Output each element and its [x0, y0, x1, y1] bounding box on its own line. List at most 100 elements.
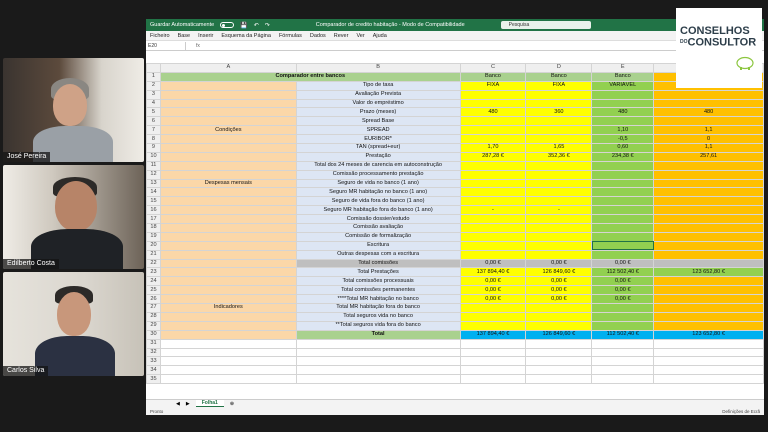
- row-label[interactable]: Valor do empréstimo: [295, 98, 461, 109]
- bank-header[interactable]: Banco: [525, 71, 593, 82]
- menu-review[interactable]: Rever: [334, 33, 349, 39]
- cell[interactable]: 126 849,60 €: [525, 267, 593, 278]
- row-label[interactable]: TAN (spread+eur): [295, 143, 461, 153]
- row-label[interactable]: Seguro de vida no banco (1 ano): [295, 178, 461, 189]
- row-label[interactable]: Comissão dossier/estudo: [295, 214, 461, 225]
- group-label[interactable]: Despesas mensais: [159, 178, 297, 189]
- participant-video-3[interactable]: Carlos Silva: [3, 272, 144, 376]
- fx-icon[interactable]: fx: [196, 43, 200, 49]
- cell[interactable]: 123 652,80 €: [653, 267, 764, 278]
- cell[interactable]: 0,00 €: [591, 294, 655, 305]
- cell[interactable]: VARIÁVEL: [591, 80, 655, 91]
- row-label[interactable]: EURIBOR*: [295, 134, 461, 145]
- row-label[interactable]: Total comissões processuais: [295, 276, 461, 287]
- cell[interactable]: 0,00 €: [525, 294, 593, 305]
- cell[interactable]: 123 652,80 €: [653, 329, 764, 340]
- cell[interactable]: 126 849,60 €: [525, 329, 593, 340]
- row-label[interactable]: Tipo de taxa: [295, 80, 461, 91]
- row-label[interactable]: Total comissões permanentes: [295, 285, 461, 296]
- bank-header[interactable]: Banco: [459, 71, 527, 82]
- cell[interactable]: 0,00 €: [591, 276, 655, 287]
- row-label[interactable]: Outras despesas com a escritura: [295, 249, 461, 260]
- cell[interactable]: 0,00 €: [525, 258, 593, 269]
- cell[interactable]: 352,36 €: [525, 151, 593, 162]
- row-label[interactable]: Comissão de formalização: [295, 231, 461, 242]
- add-sheet-icon[interactable]: ⊕: [230, 401, 234, 407]
- menu-view[interactable]: Ver: [356, 33, 364, 39]
- row-label[interactable]: Prestação: [295, 151, 461, 162]
- row-label[interactable]: SPREAD: [295, 125, 461, 136]
- column-header-c[interactable]: C: [459, 63, 527, 73]
- cell[interactable]: 0,00 €: [591, 258, 655, 269]
- cell[interactable]: 480: [459, 107, 527, 118]
- cell[interactable]: 480: [591, 107, 655, 118]
- cell[interactable]: 0,00 €: [525, 285, 593, 296]
- cell[interactable]: 1,1: [653, 143, 764, 153]
- cell[interactable]: FIXA: [525, 80, 593, 91]
- column-header-d[interactable]: D: [525, 63, 593, 73]
- row-label[interactable]: Escritura: [295, 240, 461, 251]
- cell[interactable]: 0,00 €: [459, 294, 527, 305]
- cell[interactable]: FIXA: [459, 80, 527, 91]
- cell[interactable]: -0,5: [591, 134, 655, 145]
- menu-help[interactable]: Ajuda: [373, 33, 387, 39]
- worksheet-grid[interactable]: A B C D E 1 Comparador entre bancos Banco B…: [146, 63, 764, 399]
- row-label[interactable]: Spread Base: [295, 116, 461, 127]
- cell[interactable]: 0: [653, 134, 764, 145]
- row-label[interactable]: ****Total MR habitação no banco: [295, 294, 461, 305]
- cell[interactable]: 1,1: [653, 125, 764, 136]
- cell[interactable]: 480: [653, 107, 764, 118]
- row-label[interactable]: Total Prestações: [295, 267, 461, 278]
- cell[interactable]: 1,65: [525, 143, 593, 153]
- row-label[interactable]: Total comissões: [295, 258, 461, 269]
- menu-insert[interactable]: Inserir: [198, 33, 213, 39]
- redo-icon[interactable]: ↷: [265, 22, 270, 29]
- column-header-b[interactable]: B: [295, 63, 461, 73]
- cell[interactable]: 1,10: [591, 125, 655, 136]
- search-input[interactable]: Pesquisa: [500, 21, 591, 29]
- row-label[interactable]: Seguro MR habitação fora do banco (1 ano…: [295, 205, 461, 216]
- row-label[interactable]: Total seguros vida no banco: [295, 311, 461, 322]
- prev-sheet-icon[interactable]: ◀: [176, 401, 180, 407]
- row-label[interactable]: Total MR habitação fora do banco: [295, 303, 461, 313]
- menu-page-layout[interactable]: Esquema da Página: [221, 33, 271, 39]
- menu-home[interactable]: Base: [178, 33, 191, 39]
- row-label[interactable]: **Total seguros vida fora do banco: [295, 320, 461, 331]
- name-box[interactable]: E20: [146, 41, 186, 50]
- cell[interactable]: 0,00 €: [525, 276, 593, 287]
- group-label[interactable]: Indicadores: [159, 303, 297, 313]
- bank-header[interactable]: Banco: [591, 71, 655, 82]
- cell[interactable]: 0,00 €: [459, 285, 527, 296]
- cell[interactable]: 0,00 €: [591, 285, 655, 296]
- cell[interactable]: 112 502,40 €: [591, 267, 655, 278]
- cell[interactable]: 112 502,40 €: [591, 329, 655, 340]
- row-label[interactable]: Total dos 24 meses de carencia em autoco…: [295, 160, 461, 171]
- save-icon[interactable]: 💾: [240, 22, 247, 29]
- menu-data[interactable]: Dados: [310, 33, 326, 39]
- corner-cell[interactable]: [146, 63, 161, 73]
- row-label[interactable]: Seguro MR habitação no banco (1 ano): [295, 187, 461, 198]
- row-label[interactable]: Prazo (meses): [295, 107, 461, 118]
- group-label[interactable]: Condições: [159, 125, 297, 136]
- row-label[interactable]: Comissão processamento prestação: [295, 169, 461, 180]
- undo-icon[interactable]: ↶: [254, 22, 259, 29]
- cell[interactable]: 1,70: [459, 143, 527, 153]
- row-label[interactable]: Avaliação Prevista: [295, 89, 461, 100]
- autosave-toggle[interactable]: [220, 22, 235, 28]
- cell[interactable]: 257,61: [653, 151, 764, 162]
- cell[interactable]: 0,00 €: [459, 258, 527, 269]
- row-label[interactable]: Total: [295, 329, 461, 340]
- next-sheet-icon[interactable]: ▶: [186, 401, 190, 407]
- cell[interactable]: 234,38 €: [591, 151, 655, 162]
- participant-video-1[interactable]: José Pereira: [3, 58, 144, 162]
- row-label[interactable]: Comissão avaliação: [295, 223, 461, 233]
- cell[interactable]: 137 894,40 €: [459, 329, 527, 340]
- sheet-title[interactable]: Comparador entre bancos: [159, 71, 461, 82]
- menu-file[interactable]: Ficheiro: [150, 33, 170, 39]
- cell[interactable]: 137 894,40 €: [459, 267, 527, 278]
- participant-video-2[interactable]: Edilberto Costa: [3, 165, 144, 269]
- cell[interactable]: 287,28 €: [459, 151, 527, 162]
- column-header-e[interactable]: E: [591, 63, 655, 73]
- menu-formulas[interactable]: Fórmulas: [279, 33, 302, 39]
- row-label[interactable]: Seguro de vida fora do banco (1 ano): [295, 196, 461, 207]
